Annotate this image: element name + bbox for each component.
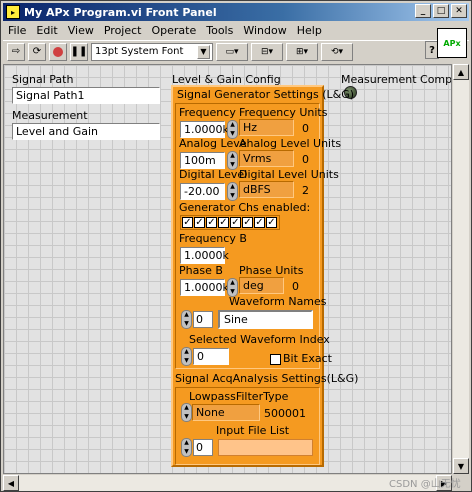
input-file-list-index[interactable]: 0 <box>193 439 213 456</box>
menu-window[interactable]: Window <box>238 24 291 37</box>
menu-edit[interactable]: Edit <box>31 24 62 37</box>
close-button[interactable]: ✕ <box>451 4 467 18</box>
window-title: My APx Program.vi Front Panel <box>24 5 217 19</box>
horizontal-scrollbar[interactable]: ◀ ▶ <box>3 475 452 491</box>
frequency-b-label: Frequency B <box>179 232 247 245</box>
menu-project[interactable]: Project <box>99 24 147 37</box>
distribute-objects-icon[interactable]: ⊟▾ <box>251 42 283 61</box>
input-file-list-increment[interactable]: ▲ ▼ <box>181 438 192 457</box>
frequency-units-label: Frequency Units <box>239 106 328 119</box>
digital-level-label: Digital Level <box>179 168 248 181</box>
bit-exact-checkbox[interactable] <box>270 354 281 365</box>
generator-chs-label: Generator Chs enabled: <box>179 201 311 214</box>
measurement-complete-label: Measurement Complete <box>341 73 452 86</box>
phase-b-label: Phase B <box>179 264 223 277</box>
abort-icon[interactable] <box>49 42 67 61</box>
phase-b-field[interactable]: 1.0000k <box>180 279 229 296</box>
analog-level-field[interactable]: 100m <box>180 152 225 169</box>
selected-waveform-field[interactable]: 0 <box>193 348 229 365</box>
menu-view[interactable]: View <box>63 24 99 37</box>
generator-chs-array: ✓ ✓ ✓ ✓ ✓ ✓ ✓ ✓ <box>180 215 280 230</box>
digital-level-field[interactable]: -20.00 <box>180 183 225 200</box>
lowpass-filter-increment[interactable]: ▲ ▼ <box>181 403 192 422</box>
digital-units-ring[interactable]: dBFS <box>239 181 294 198</box>
config-cluster: Signal Generator Settings (L&G) Frequenc… <box>171 85 358 467</box>
generator-ch-checkbox[interactable]: ✓ <box>230 217 241 228</box>
waveform-names-index[interactable]: 0 <box>193 311 213 328</box>
watermark: CSDN @山无忧 <box>389 479 461 490</box>
bit-exact-label: Bit Exact <box>283 352 332 365</box>
generator-ch-checkbox[interactable]: ✓ <box>206 217 217 228</box>
generator-ch-checkbox[interactable]: ✓ <box>254 217 265 228</box>
digital-units-label: Digital Level Units <box>239 168 339 181</box>
signal-path-field[interactable]: Signal Path1 <box>12 87 160 104</box>
maximize-button[interactable]: □ <box>433 4 449 18</box>
scroll-down-icon[interactable]: ▼ <box>453 458 469 474</box>
analog-units-index: 0 <box>302 153 309 166</box>
scroll-left-icon[interactable]: ◀ <box>3 475 19 491</box>
acq-settings-cluster: LowpassFilterType ▲ ▼ None 500001 Input F… <box>175 387 320 465</box>
vi-icon: APx <box>437 28 467 58</box>
measurement-label: Measurement <box>12 109 88 122</box>
font-selector-label: 13pt System Font <box>95 46 184 57</box>
digital-level-increment[interactable]: ▲ ▼ <box>227 182 238 201</box>
input-file-list-label: Input File List <box>216 424 290 437</box>
labview-app-icon: ▸ <box>6 5 20 19</box>
digital-units-index: 2 <box>302 184 309 197</box>
frequency-units-index: 0 <box>302 122 309 135</box>
generator-ch-checkbox[interactable]: ✓ <box>218 217 229 228</box>
waveform-names-label: Waveform Names <box>229 295 327 308</box>
toolbar: ⇨ ⟳ ❚❚ 13pt System Font ▼ ▭▾ ⊟▾ ⊞▾ ⟲▾ <box>3 40 469 62</box>
generator-ch-checkbox[interactable]: ✓ <box>194 217 205 228</box>
title-bar: ▸ My APx Program.vi Front Panel _ □ ✕ <box>3 3 469 21</box>
lowpass-filter-ring[interactable]: None <box>192 404 260 421</box>
gen-settings-title: Signal Generator Settings (L&G) <box>177 88 355 101</box>
menu-help[interactable]: Help <box>292 24 327 37</box>
run-arrow-icon[interactable]: ⇨ <box>7 42 25 61</box>
frequency-b-field[interactable]: 1.0000k <box>180 247 229 264</box>
waveform-names-index-increment[interactable]: ▲ ▼ <box>181 310 192 329</box>
resize-objects-icon[interactable]: ⊞▾ <box>286 42 318 61</box>
scroll-up-icon[interactable]: ▲ <box>453 64 469 80</box>
generator-ch-checkbox[interactable]: ✓ <box>182 217 193 228</box>
align-objects-icon[interactable]: ▭▾ <box>216 42 248 61</box>
generator-ch-checkbox[interactable]: ✓ <box>266 217 277 228</box>
selected-waveform-label: Selected Waveform Index <box>189 333 330 346</box>
frequency-units-ring[interactable]: Hz <box>239 119 294 136</box>
acq-settings-title: Signal AcqAnalysis Settings(L&G) <box>175 372 359 385</box>
frequency-field[interactable]: 1.0000k <box>180 121 229 138</box>
front-panel-canvas: Signal Path Signal Path1 Measurement Lev… <box>3 64 452 474</box>
phase-units-label: Phase Units <box>239 264 304 277</box>
lowpass-filter-label: LowpassFilterType <box>189 390 289 403</box>
gen-settings-cluster: Frequency 1.0000k ▲ ▼ Frequency Units Hz … <box>175 103 341 369</box>
phase-units-index: 0 <box>292 280 299 293</box>
menu-file[interactable]: File <box>3 24 31 37</box>
input-file-list-element[interactable] <box>218 439 313 456</box>
pause-icon[interactable]: ❚❚ <box>70 42 88 61</box>
menu-operate[interactable]: Operate <box>146 24 201 37</box>
font-selector[interactable]: 13pt System Font ▼ <box>91 42 213 61</box>
phase-units-ring[interactable]: deg <box>239 277 284 294</box>
lowpass-filter-index: 500001 <box>264 407 306 420</box>
minimize-button[interactable]: _ <box>415 4 431 18</box>
menu-tools[interactable]: Tools <box>201 24 238 37</box>
measurement-field[interactable]: Level and Gain <box>12 123 160 140</box>
front-panel-window: ▸ My APx Program.vi Front Panel _ □ ✕ Fi… <box>0 0 472 492</box>
chevron-down-icon: ▼ <box>197 44 210 59</box>
vertical-scrollbar[interactable]: ▲ ▼ <box>453 64 469 474</box>
menu-bar: File Edit View Project Operate Tools Win… <box>3 22 327 39</box>
waveform-name-element[interactable]: Sine <box>218 310 313 329</box>
run-continuously-icon[interactable]: ⟳ <box>28 42 46 61</box>
reorder-icon[interactable]: ⟲▾ <box>321 42 353 61</box>
analog-units-label: Analog Level Units <box>239 137 342 150</box>
frequency-label: Frequency <box>179 106 236 119</box>
generator-ch-checkbox[interactable]: ✓ <box>242 217 253 228</box>
selected-waveform-increment[interactable]: ▲ ▼ <box>181 347 192 366</box>
signal-path-label: Signal Path <box>12 73 74 86</box>
analog-units-ring[interactable]: Vrms <box>239 150 294 167</box>
